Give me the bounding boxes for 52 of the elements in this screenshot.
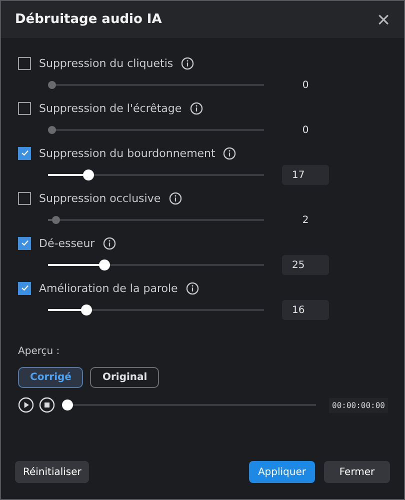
slider[interactable] — [48, 169, 264, 181]
effect-label: Suppression occlusive — [39, 192, 161, 204]
slider-thumb[interactable] — [52, 216, 60, 224]
preview-toggle[interactable]: Corrigé — [18, 367, 84, 388]
value-field[interactable]: 16 — [282, 300, 329, 320]
checkbox[interactable] — [18, 102, 31, 114]
value-field[interactable]: 0 — [282, 120, 329, 140]
info-icon[interactable] — [168, 192, 182, 204]
check-icon — [20, 239, 28, 247]
playback-slider[interactable] — [62, 399, 316, 411]
preview-label: Aperçu : — [18, 346, 61, 357]
effect-label: Amélioration de la parole — [39, 282, 178, 294]
slider[interactable] — [48, 304, 264, 316]
slider-thumb[interactable] — [48, 81, 56, 89]
effect-label: Dé-esseur — [39, 236, 95, 250]
slider[interactable] — [48, 124, 264, 136]
stop-button[interactable] — [39, 397, 55, 413]
slider-thumb[interactable] — [80, 304, 92, 316]
value-field[interactable]: 2 — [282, 210, 329, 230]
checkbox[interactable] — [18, 236, 31, 250]
value-field[interactable]: 17 — [282, 165, 329, 185]
dialog-button[interactable]: Réinitialiser — [15, 461, 90, 483]
slider-thumb[interactable] — [99, 260, 110, 270]
play-button[interactable] — [18, 397, 34, 413]
dialog-button[interactable]: Appliquer — [249, 461, 315, 483]
checkbox[interactable] — [18, 146, 31, 160]
effect-label: Suppression du cliquetis — [39, 56, 174, 70]
slider[interactable] — [48, 214, 264, 226]
info-icon[interactable] — [186, 282, 199, 294]
slider-thumb[interactable] — [48, 126, 56, 134]
checkbox[interactable] — [18, 192, 31, 204]
info-icon[interactable] — [181, 56, 194, 70]
slider[interactable] — [48, 79, 264, 91]
window-title: Débruitage audio IA — [15, 12, 162, 27]
close-button[interactable]: × — [377, 8, 390, 30]
effect-label: Suppression du bourdonnement — [39, 146, 216, 160]
info-icon[interactable] — [102, 236, 116, 250]
checkbox[interactable] — [18, 282, 31, 294]
playback-thumb[interactable] — [62, 400, 73, 410]
check-icon — [20, 149, 28, 157]
slider[interactable] — [48, 259, 264, 271]
timecode: 00:00:00:00 — [329, 398, 388, 412]
preview-toggle[interactable]: Original — [90, 367, 160, 388]
dialog-button[interactable]: Fermer — [324, 461, 390, 483]
info-icon[interactable] — [223, 146, 236, 160]
check-icon — [20, 284, 28, 292]
checkbox[interactable] — [18, 56, 31, 70]
value-field[interactable]: 25 — [282, 255, 329, 275]
effect-label: Suppression de l'écrêtage — [39, 102, 182, 114]
slider-thumb[interactable] — [82, 170, 94, 180]
value-field[interactable]: 0 — [282, 75, 329, 95]
info-icon[interactable] — [190, 102, 203, 114]
